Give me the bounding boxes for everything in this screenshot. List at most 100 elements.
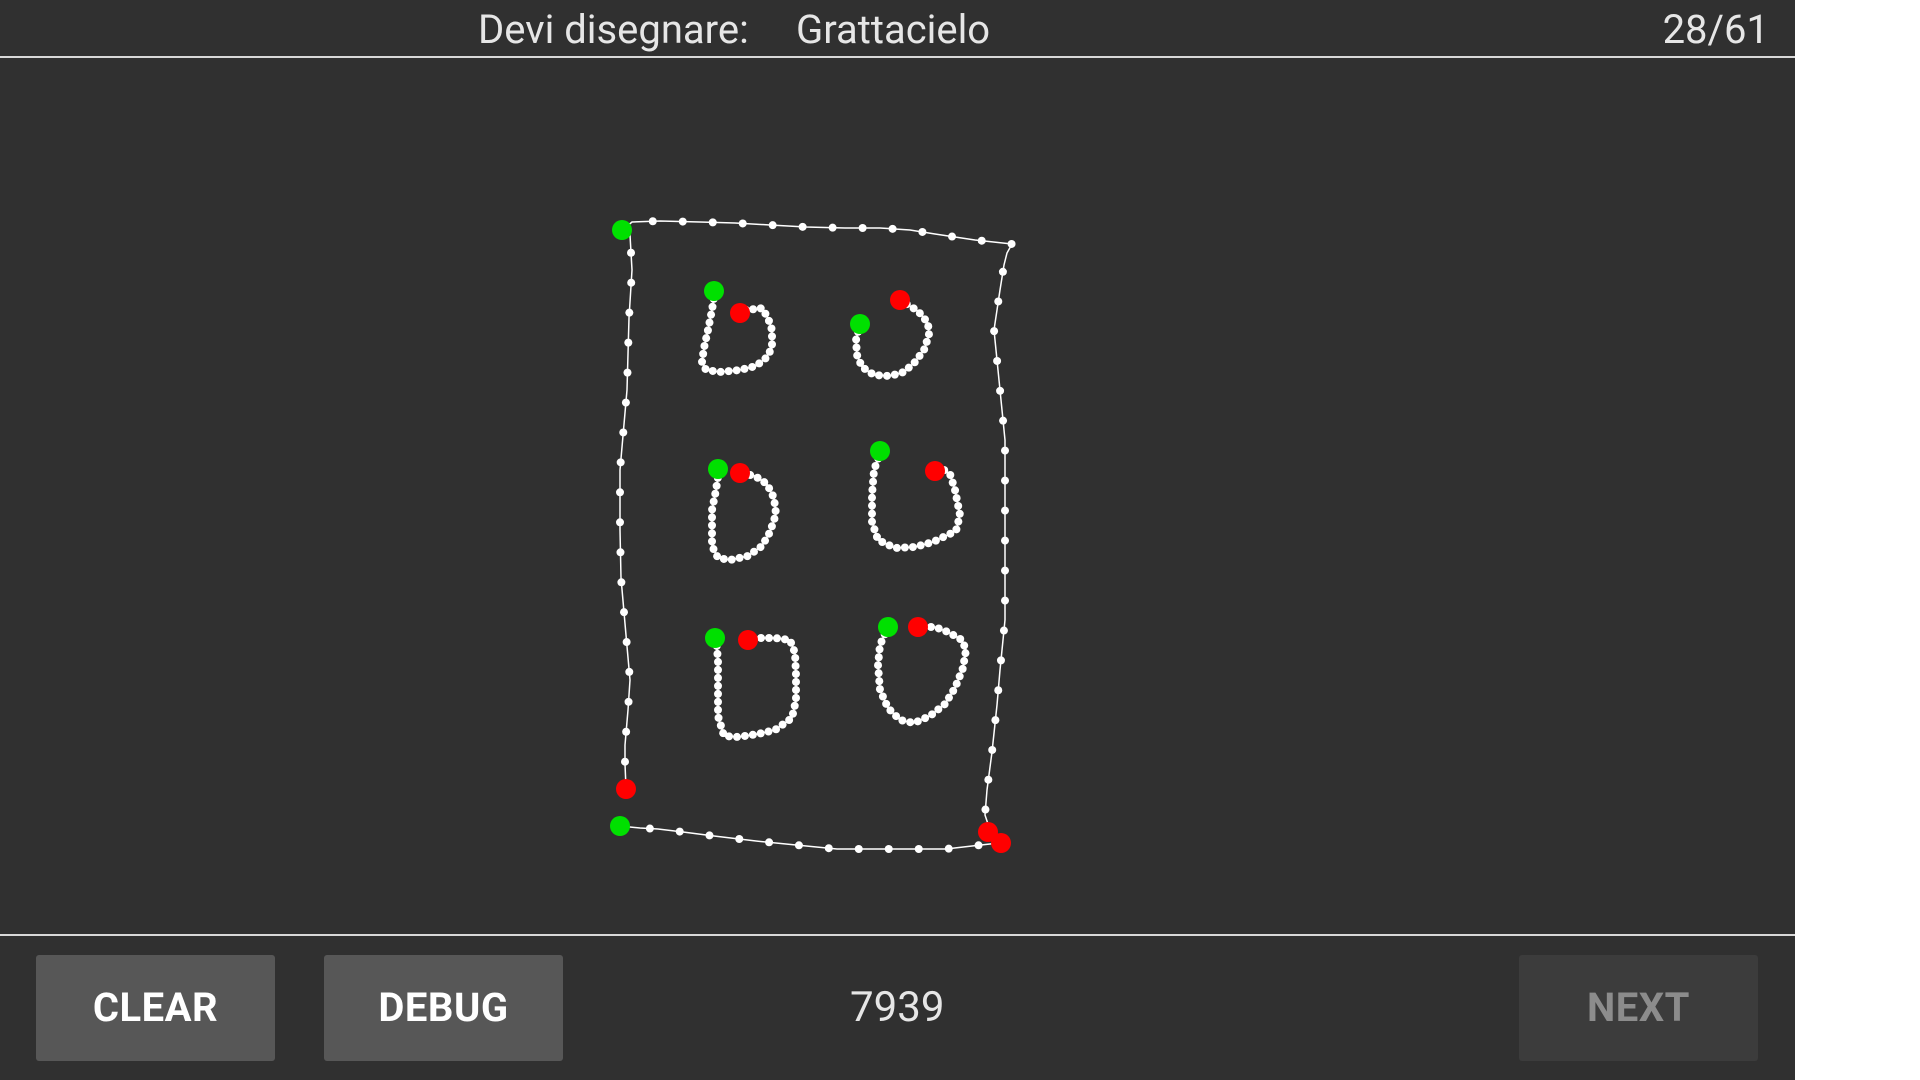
stroke-point [868, 501, 876, 510]
stroke-point [748, 730, 757, 739]
stroke-point [624, 697, 633, 706]
stroke-point [755, 359, 764, 368]
stroke-point [765, 347, 774, 356]
stroke-point [708, 505, 717, 514]
stroke-point [960, 657, 969, 666]
stroke-point [904, 363, 913, 372]
stroke-point [716, 367, 725, 376]
stroke-point [952, 525, 961, 534]
stroke-point [990, 327, 999, 336]
stroke-point [886, 706, 895, 715]
prompt-word: Grattacielo [796, 6, 991, 53]
stroke-point [869, 469, 878, 478]
stroke-point [956, 634, 965, 643]
stroke-point [994, 686, 1003, 695]
stroke-point [875, 677, 884, 686]
clear-button[interactable]: CLEAR [36, 955, 275, 1061]
stroke-point [709, 545, 718, 554]
stroke-end-marker [925, 461, 945, 481]
stroke-point [678, 217, 687, 226]
stroke-point [883, 371, 892, 380]
stroke-point [749, 305, 758, 314]
stroke-point [768, 332, 776, 341]
stroke-point [645, 824, 654, 833]
stroke-point [770, 514, 779, 523]
drawing-canvas[interactable] [0, 58, 1795, 934]
stroke-point [738, 219, 747, 228]
stroke-point [934, 624, 943, 633]
stroke-point [714, 665, 722, 674]
stroke-point [885, 541, 894, 550]
stroke-point [770, 499, 779, 508]
debug-button[interactable]: DEBUG [324, 955, 563, 1061]
stroke-point [914, 845, 923, 853]
stroke-point [791, 661, 800, 670]
stroke-start-marker [878, 617, 898, 637]
stroke-point [874, 653, 883, 662]
stroke-point [703, 326, 712, 335]
stroke-point [790, 701, 799, 710]
stroke-point [767, 324, 776, 333]
stroke-point [622, 638, 631, 647]
stroke-point [906, 718, 915, 727]
stroke-point [740, 364, 749, 373]
stroke-point [878, 538, 887, 547]
stroke-point [748, 362, 757, 371]
stroke-point [882, 699, 891, 708]
stroke-point [627, 248, 636, 257]
stroke-point [924, 330, 933, 339]
strokes-layer [610, 217, 1016, 853]
stroke-point [756, 304, 765, 313]
stroke-point [757, 634, 766, 642]
stroke-point [708, 218, 717, 227]
stroke-point [725, 732, 734, 741]
stroke-point [1007, 239, 1016, 248]
stroke-point [719, 554, 728, 563]
stroke-point [761, 536, 770, 545]
stroke-point [955, 672, 964, 681]
stroke-point [999, 416, 1008, 425]
stroke-point [853, 351, 862, 360]
stroke-point [714, 689, 722, 698]
stroke-point [711, 489, 720, 498]
stroke-point [1001, 446, 1009, 455]
stroke-point [648, 217, 657, 226]
stroke-point [698, 357, 707, 366]
stroke-point [617, 578, 626, 587]
stroke-point [699, 349, 708, 358]
stroke-point [916, 541, 925, 550]
stroke-point [921, 714, 930, 723]
stroke-start-marker [850, 314, 870, 334]
stroke-point [709, 497, 718, 506]
stroke-point [875, 685, 884, 694]
stroke-point [1001, 536, 1009, 545]
stroke-point [619, 608, 628, 617]
header-bar: Devi disegnare: Grattacielo 28/61 [0, 0, 1795, 56]
stroke-point [761, 354, 770, 363]
stroke-point [888, 224, 897, 233]
drawing-app: Devi disegnare: Grattacielo 28/61 CLEAR … [0, 0, 1795, 1080]
stroke-end-marker [908, 617, 928, 637]
stroke-point [708, 529, 716, 538]
stroke-point [954, 517, 963, 526]
stroke-point [735, 835, 744, 844]
stroke-point [939, 533, 948, 542]
stroke-point [778, 720, 787, 729]
stroke-point [868, 517, 876, 526]
stroke-point [714, 705, 722, 714]
stroke-point [981, 805, 990, 814]
next-button[interactable]: NEXT [1519, 955, 1758, 1061]
stroke-end-marker [991, 833, 1011, 853]
stroke-point [870, 525, 879, 534]
stroke-point [977, 236, 986, 245]
stroke-point [920, 345, 929, 354]
stroke-point [942, 627, 951, 636]
stroke-point [619, 428, 628, 437]
stroke-point [1001, 566, 1009, 575]
stroke-point [740, 731, 749, 740]
stroke-point [927, 623, 936, 631]
stroke-point [993, 356, 1002, 365]
stroke-point [944, 693, 953, 702]
stroke-point [767, 522, 776, 531]
stroke-point [915, 351, 924, 360]
